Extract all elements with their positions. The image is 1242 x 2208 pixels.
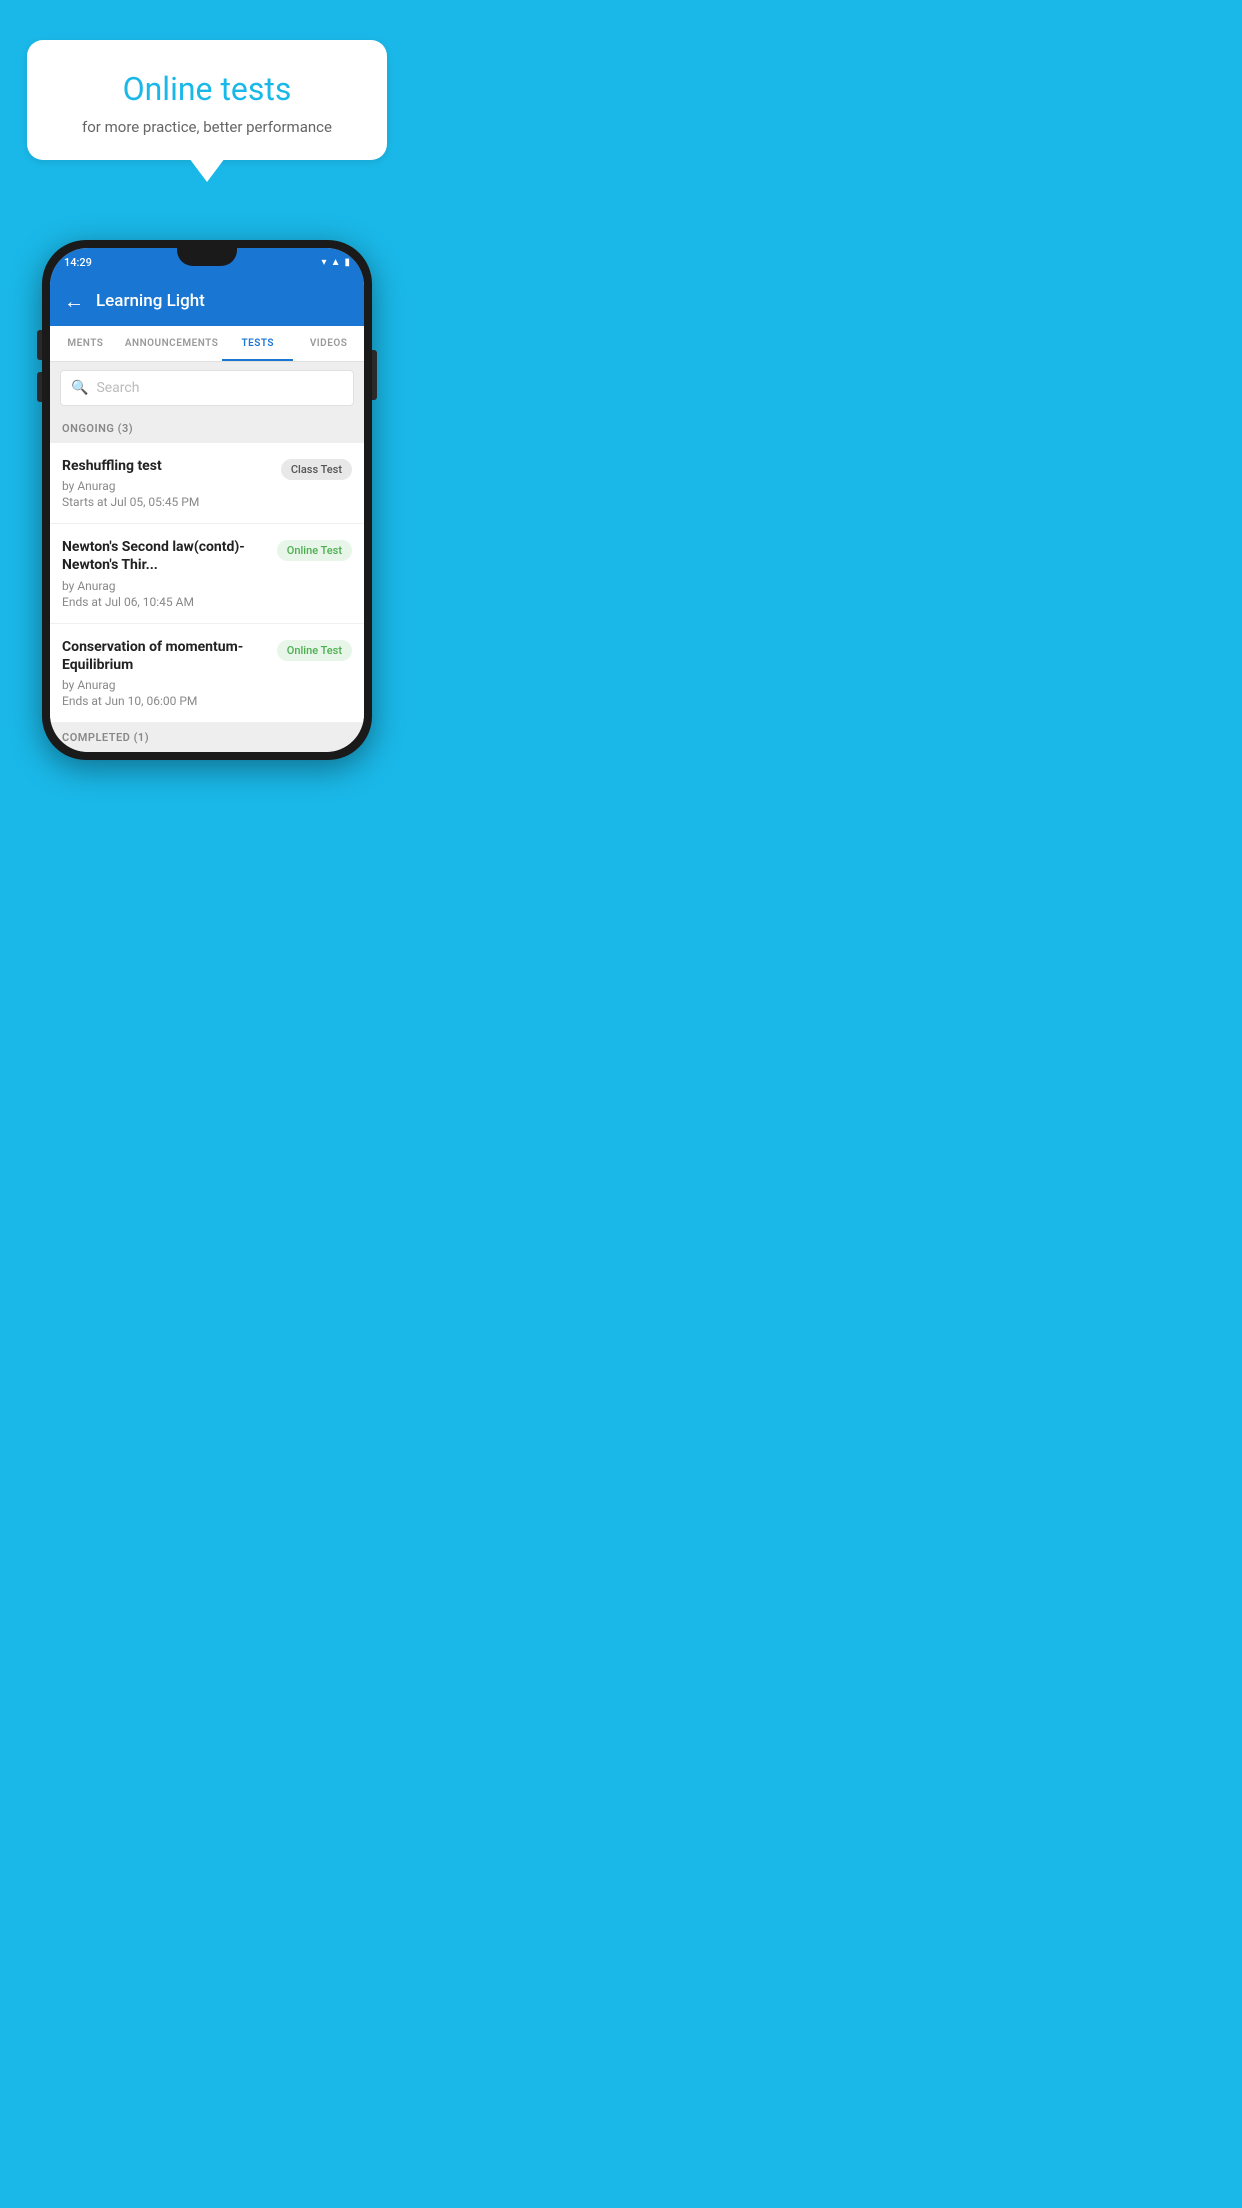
- test-date-1: Starts at Jul 05, 05:45 PM: [62, 495, 273, 509]
- back-button[interactable]: ←: [64, 289, 84, 314]
- test-item-2[interactable]: Newton's Second law(contd)-Newton's Thir…: [50, 524, 364, 623]
- test-date-3: Ends at Jun 10, 06:00 PM: [62, 694, 269, 708]
- search-input[interactable]: Search: [96, 380, 139, 396]
- test-date-2: Ends at Jul 06, 10:45 AM: [62, 595, 269, 609]
- test-title-2: Newton's Second law(contd)-Newton's Thir…: [62, 538, 269, 574]
- ongoing-section-header: ONGOING (3): [50, 414, 364, 443]
- status-bar: 14:29 ▾ ▲ ▮: [50, 248, 364, 276]
- search-bar[interactable]: 🔍 Search: [60, 370, 354, 406]
- test-info-1: Reshuffling test by Anurag Starts at Jul…: [62, 457, 273, 509]
- phone-power-button: [372, 350, 377, 400]
- completed-section-header: COMPLETED (1): [50, 723, 364, 752]
- tab-ments[interactable]: MENTS: [50, 326, 121, 361]
- tabs-bar: MENTS ANNOUNCEMENTS TESTS VIDEOS: [50, 326, 364, 362]
- test-by-3: by Anurag: [62, 678, 269, 692]
- battery-icon: ▮: [344, 257, 350, 268]
- app-bar: ← Learning Light: [50, 276, 364, 326]
- test-title-1: Reshuffling test: [62, 457, 273, 475]
- phone-mockup: 14:29 ▾ ▲ ▮ ← Learning Light MENTS ANNOU…: [42, 240, 372, 760]
- bubble-subtitle: for more practice, better performance: [51, 118, 363, 136]
- test-info-2: Newton's Second law(contd)-Newton's Thir…: [62, 538, 269, 608]
- tab-announcements[interactable]: ANNOUNCEMENTS: [121, 326, 223, 361]
- signal-icon: ▲: [331, 257, 341, 268]
- tab-videos[interactable]: VIDEOS: [293, 326, 364, 361]
- speech-bubble-area: Online tests for more practice, better p…: [0, 0, 414, 180]
- wifi-icon: ▾: [322, 257, 327, 268]
- test-badge-2: Online Test: [277, 540, 352, 561]
- test-by-2: by Anurag: [62, 579, 269, 593]
- status-icons: ▾ ▲ ▮: [322, 257, 350, 268]
- test-info-3: Conservation of momentum-Equilibrium by …: [62, 638, 269, 708]
- test-list: Reshuffling test by Anurag Starts at Jul…: [50, 443, 364, 723]
- test-by-1: by Anurag: [62, 479, 273, 493]
- search-icon: 🔍: [71, 380, 88, 396]
- bubble-title: Online tests: [51, 70, 363, 108]
- notch: [177, 248, 237, 266]
- search-container: 🔍 Search: [50, 362, 364, 414]
- test-item-3[interactable]: Conservation of momentum-Equilibrium by …: [50, 624, 364, 723]
- test-badge-1: Class Test: [281, 459, 352, 480]
- app-title: Learning Light: [96, 291, 205, 311]
- test-item-1[interactable]: Reshuffling test by Anurag Starts at Jul…: [50, 443, 364, 524]
- test-title-3: Conservation of momentum-Equilibrium: [62, 638, 269, 674]
- phone-screen: 14:29 ▾ ▲ ▮ ← Learning Light MENTS ANNOU…: [50, 248, 364, 752]
- speech-bubble: Online tests for more practice, better p…: [27, 40, 387, 160]
- status-time: 14:29: [64, 256, 92, 269]
- phone-frame: 14:29 ▾ ▲ ▮ ← Learning Light MENTS ANNOU…: [42, 240, 372, 760]
- tab-tests[interactable]: TESTS: [222, 326, 293, 361]
- test-badge-3: Online Test: [277, 640, 352, 661]
